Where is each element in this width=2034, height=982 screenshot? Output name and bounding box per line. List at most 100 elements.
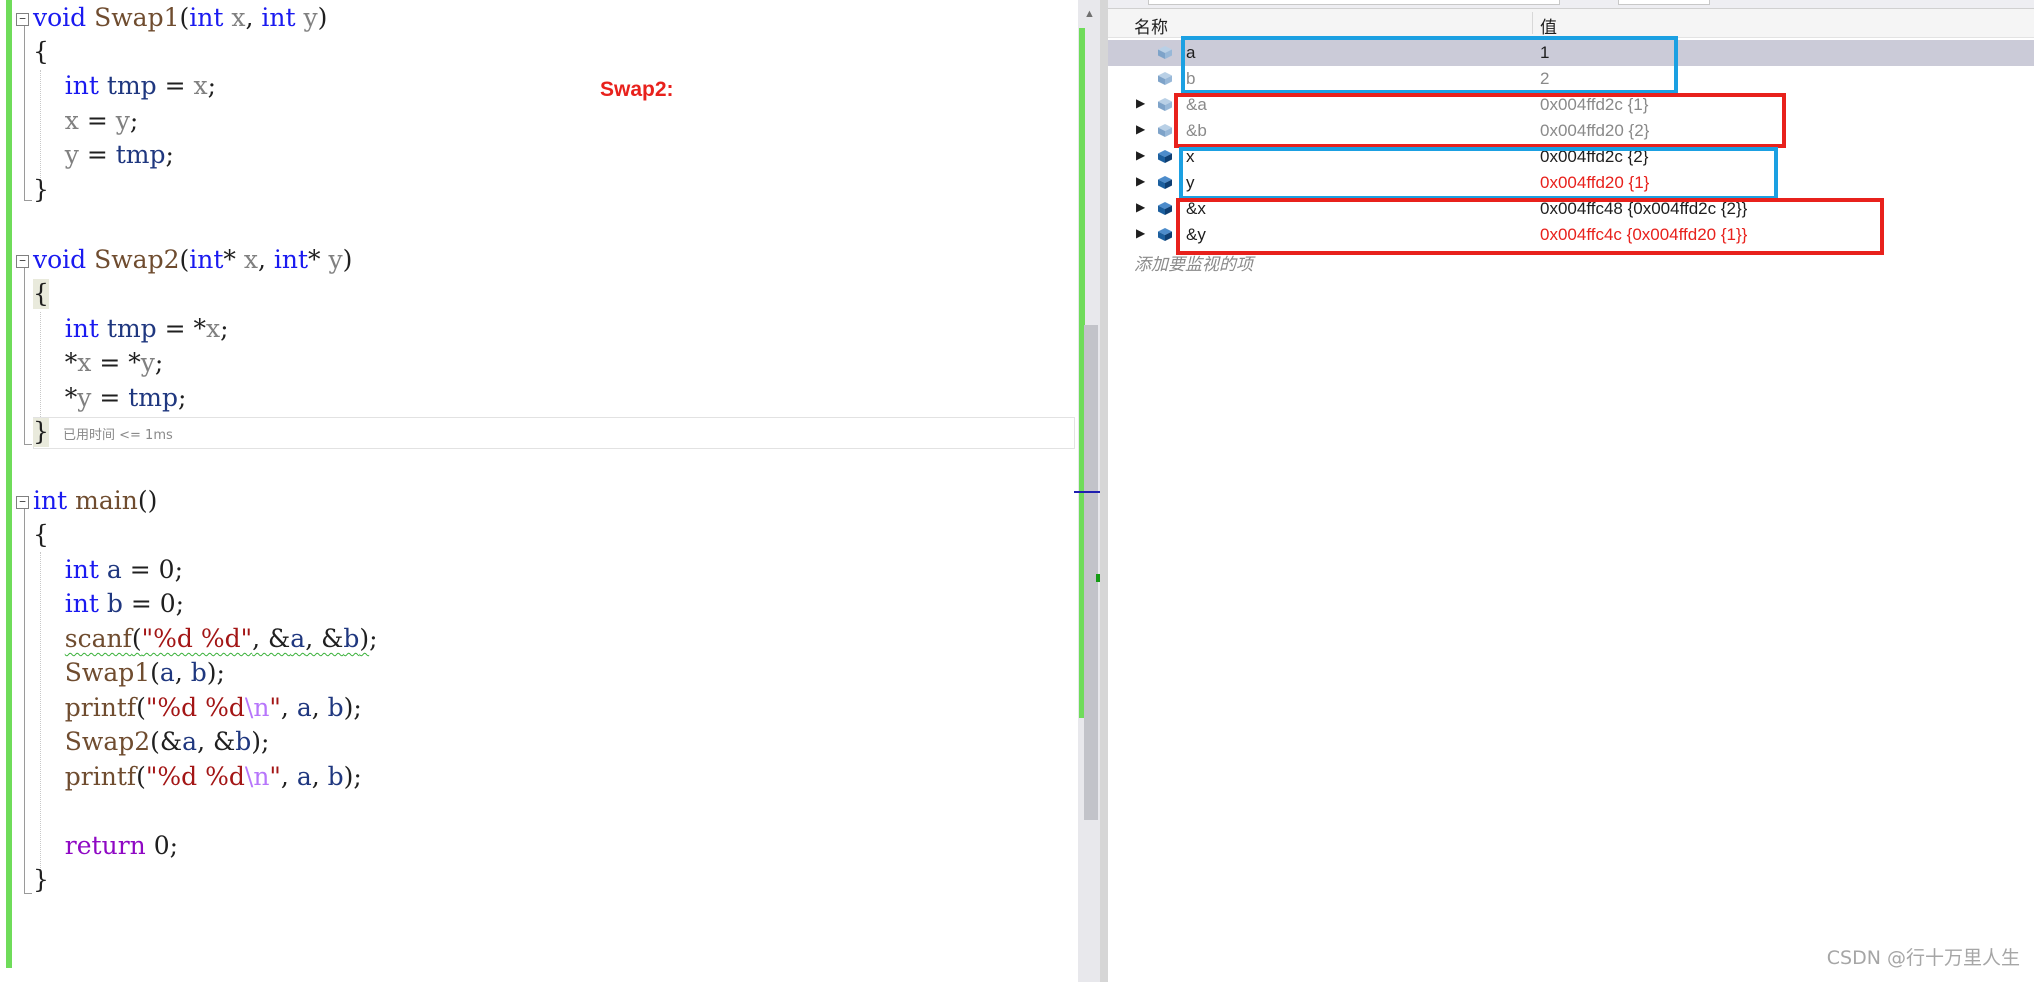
code-line-18[interactable]: int b = 0; xyxy=(33,588,184,620)
keyword: int xyxy=(64,555,99,584)
editor-vertical-scrollbar[interactable]: ▲ xyxy=(1074,0,1104,982)
blue-highlight-box xyxy=(1179,147,1778,200)
annotation-label: Swap2: xyxy=(600,78,674,101)
code-line-26[interactable]: } xyxy=(33,864,49,896)
variable: a xyxy=(159,658,175,687)
blue-highlight-box xyxy=(1181,36,1678,94)
keyword: int xyxy=(189,3,224,32)
watch-window[interactable]: 名称 值 a 1 b 2 ▶ &a 0x004ffd2c {1} ▶ &b 0x004ffd20 … xyxy=(1108,0,2034,982)
variable: b xyxy=(327,693,344,722)
variable: tmp xyxy=(128,383,179,412)
code-line-19[interactable]: scanf("%d %d", &a, &b); xyxy=(33,623,378,655)
code-line-6[interactable]: } xyxy=(33,174,49,206)
keyword: int xyxy=(33,486,68,515)
code-line-25[interactable]: return 0; xyxy=(33,830,178,862)
parameter: x xyxy=(231,3,246,32)
keyword: void xyxy=(33,245,87,274)
expand-arrow-icon[interactable]: ▶ xyxy=(1136,226,1145,240)
code-line-8[interactable]: void Swap2(int* x, int* y) xyxy=(33,244,352,276)
variable: b xyxy=(343,624,360,653)
variable: tmp xyxy=(106,314,157,343)
code-line-4[interactable]: x = y; xyxy=(33,105,139,137)
expand-arrow-icon[interactable]: ▶ xyxy=(1136,122,1145,136)
parameter: y xyxy=(328,245,343,274)
code-line-13[interactable]: } xyxy=(33,416,49,448)
variable-object-icon xyxy=(1158,228,1172,241)
warning-squiggle[interactable]: scanf("%d %d", &a, &b) xyxy=(65,624,369,653)
expand-arrow-icon[interactable]: ▶ xyxy=(1136,148,1145,162)
expand-arrow-icon[interactable]: ▶ xyxy=(1136,174,1145,188)
variable-object-icon xyxy=(1158,150,1172,163)
variable-object-icon xyxy=(1158,98,1172,111)
variable: a xyxy=(290,624,306,653)
search-depth-box[interactable] xyxy=(1618,0,1710,5)
variable-object-icon xyxy=(1158,176,1172,189)
fold-guide-end xyxy=(24,893,32,894)
function-name: Swap1 xyxy=(64,658,151,687)
code-line-15[interactable]: int main() xyxy=(33,485,157,517)
fold-guide xyxy=(24,268,26,444)
fold-toggle-main[interactable]: − xyxy=(16,496,29,509)
parameter: x xyxy=(193,71,208,100)
red-highlight-box xyxy=(1176,198,1884,255)
variable: a xyxy=(296,693,312,722)
search-box[interactable] xyxy=(1148,0,1560,5)
keyword: int xyxy=(273,245,309,274)
scrollbar-thumb[interactable] xyxy=(1084,325,1098,820)
code-line-2[interactable]: { xyxy=(33,36,49,68)
fold-toggle-swap2[interactable]: − xyxy=(16,255,29,268)
string-literal: "%d %d" xyxy=(141,624,253,653)
column-separator[interactable] xyxy=(1532,12,1533,34)
function-name: Swap2 xyxy=(94,245,180,274)
code-line-10[interactable]: int tmp = *x; xyxy=(33,313,229,345)
variable: tmp xyxy=(106,71,157,100)
code-line-16[interactable]: { xyxy=(33,519,49,551)
column-header-name[interactable]: 名称 xyxy=(1134,13,1168,38)
variable: a xyxy=(182,727,198,756)
keyword: int xyxy=(64,589,99,618)
parameter: y xyxy=(64,140,79,169)
variable: b xyxy=(235,727,252,756)
scroll-up-icon[interactable]: ▲ xyxy=(1084,8,1095,20)
code-line-22[interactable]: Swap2(&a, &b); xyxy=(33,726,270,758)
string-literal: " xyxy=(269,762,281,791)
expand-arrow-icon[interactable]: ▶ xyxy=(1136,96,1145,110)
watch-column-header: 名称 值 xyxy=(1108,9,2034,38)
fold-guide-end xyxy=(24,200,32,201)
watermark: CSDN @行十万里人生 xyxy=(1826,947,2020,969)
variable-object-icon xyxy=(1158,72,1172,85)
keyword: int xyxy=(189,245,224,274)
pane-splitter[interactable] xyxy=(1100,0,1108,982)
function-name: main xyxy=(75,486,138,515)
code-line-1[interactable]: void Swap1(int x, int y) xyxy=(33,2,327,34)
variable: tmp xyxy=(115,140,166,169)
function-name: scanf xyxy=(64,624,132,653)
number-literal: 0 xyxy=(153,831,170,860)
code-line-12[interactable]: *y = tmp; xyxy=(33,382,187,414)
variable-object-icon xyxy=(1158,46,1172,59)
code-line-20[interactable]: Swap1(a, b); xyxy=(33,657,225,689)
current-line-box xyxy=(33,417,1075,449)
fold-toggle-swap1[interactable]: − xyxy=(16,13,29,26)
code-editor[interactable]: − − − void Swap1(int x, int y) { int tmp… xyxy=(0,0,1078,982)
code-line-9[interactable]: { xyxy=(33,278,49,310)
code-line-5[interactable]: y = tmp; xyxy=(33,139,174,171)
code-line-17[interactable]: int a = 0; xyxy=(33,554,183,586)
parameter: x xyxy=(206,314,221,343)
code-line-21[interactable]: printf("%d %d\n", a, b); xyxy=(33,692,362,724)
parameter: y xyxy=(115,106,130,135)
keyword: int xyxy=(64,71,99,100)
string-literal: "%d %d xyxy=(145,693,245,722)
function-name: Swap1 xyxy=(94,3,180,32)
code-line-3[interactable]: int tmp = x; xyxy=(33,70,216,102)
fold-guide xyxy=(24,26,26,200)
column-header-value[interactable]: 值 xyxy=(1540,13,1557,38)
keyword: int xyxy=(64,314,99,343)
keyword: int xyxy=(261,3,296,32)
number-literal: 0 xyxy=(158,555,175,584)
expand-arrow-icon[interactable]: ▶ xyxy=(1136,200,1145,214)
code-line-11[interactable]: *x = *y; xyxy=(33,347,164,379)
code-line-23[interactable]: printf("%d %d\n", a, b); xyxy=(33,761,362,793)
parameter: x xyxy=(243,245,258,274)
parameter: x xyxy=(77,348,92,377)
